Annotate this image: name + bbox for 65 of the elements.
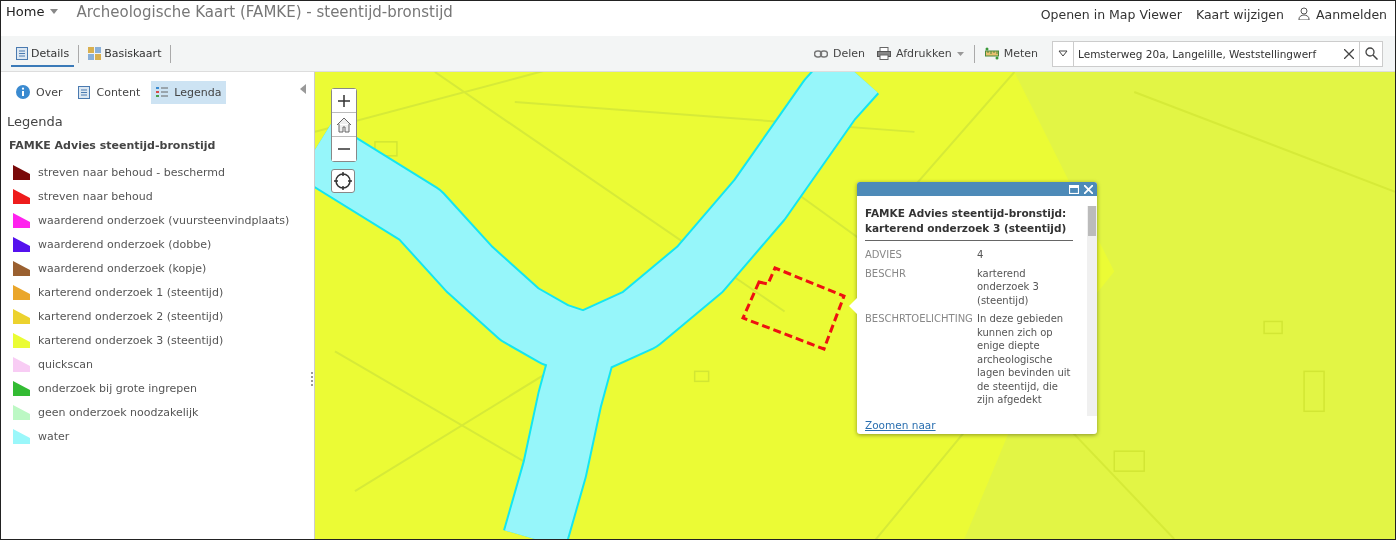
header-link[interactable]: Kaart wijzigen	[1195, 7, 1284, 22]
toolbar-tab[interactable]: Basiskaart	[83, 40, 167, 67]
layer-title: FAMKE Advies steentijd-bronstijd	[9, 139, 217, 152]
locate-button[interactable]	[331, 169, 355, 193]
toolbar-button[interactable]: Delen	[808, 47, 872, 60]
field-value: In deze gebieden kunnen zich op enige diepte archeologische lagen bevinden uit de steentijd, die zijn afgedekt	[977, 312, 1072, 407]
search-icon	[1364, 47, 1378, 60]
legend-label: water	[38, 429, 70, 443]
legend-label: waarderend onderzoek (dobbe)	[38, 237, 212, 251]
toolbar-tab[interactable]: Details	[11, 40, 75, 67]
field-name: BESCHRTOELICHTING	[865, 312, 974, 326]
panel-tab[interactable]: Over	[11, 80, 68, 104]
close-icon	[1344, 48, 1354, 59]
crosshair-icon	[334, 172, 352, 190]
legend-label: waarderend onderzoek (vuursteenvindplaats)	[38, 213, 290, 227]
legend-heading: Legenda	[7, 114, 64, 129]
ruler-icon	[984, 47, 999, 60]
panel-tab[interactable]: Legenda	[151, 80, 227, 104]
list-icon	[156, 85, 169, 99]
legend-label: karterend onderzoek 1 (steentijd)	[38, 285, 224, 299]
maximize-button[interactable]	[1069, 184, 1079, 194]
legend-label: geen onderzoek noodzakelijk	[38, 405, 199, 419]
search-field[interactable]: Lemsterweg 20a, Langelille, Weststellingwerf	[1074, 40, 1339, 67]
field-name: ADVIES	[865, 248, 903, 262]
toolbar-button[interactable]: Afdrukken	[871, 47, 970, 60]
zoom-to-link[interactable]: Zoomen naar	[857, 416, 1097, 434]
sign-in-link[interactable]: Aanmelden	[1315, 7, 1387, 22]
collapse-arrow-icon[interactable]	[300, 84, 306, 94]
panel-tab[interactable]: Content	[73, 80, 146, 104]
caret-icon	[50, 9, 59, 14]
field-value: karterend onderzoek 3 (steentijd)	[977, 266, 1040, 307]
toolbar-button[interactable]: Meten	[978, 47, 1044, 60]
scrollbar[interactable]	[1087, 206, 1097, 416]
user-icon	[1297, 7, 1310, 20]
map-title: Archeologische Kaart (FAMKE) - steentijd-bronstijd	[76, 3, 453, 21]
popup-title: FAMKE Advies steentijd-bronstijd: karterend onderzoek 3 (steentijd)	[865, 206, 1073, 241]
clear-button[interactable]	[1339, 40, 1359, 67]
home-menu[interactable]: Home	[6, 4, 59, 19]
legend-label: karterend onderzoek 2 (steentijd)	[38, 309, 224, 323]
printer-icon	[877, 47, 892, 60]
grid-icon	[88, 46, 102, 60]
legend-label: karterend onderzoek 3 (steentijd)	[38, 333, 224, 347]
document-icon	[78, 85, 91, 99]
legend-label: quickscan	[38, 357, 93, 371]
header-link[interactable]: Openen in Map Viewer	[1040, 7, 1182, 22]
house-icon	[336, 116, 352, 133]
caret-icon	[956, 51, 964, 56]
search-dropdown-button[interactable]	[1052, 40, 1074, 67]
close-icon	[1084, 184, 1093, 194]
legend-label: waarderend onderzoek (kopje)	[38, 261, 207, 275]
search-button[interactable]	[1359, 40, 1383, 67]
close-button[interactable]	[1084, 184, 1093, 194]
caret-icon	[1058, 50, 1068, 57]
document-icon	[16, 46, 28, 60]
minus-icon	[338, 148, 350, 150]
field-name: BESCHR	[865, 266, 907, 281]
legend-label: onderzoek bij grote ingrepen	[38, 381, 198, 395]
plus-icon	[338, 94, 350, 107]
link-icon	[814, 49, 829, 58]
maximize-icon	[1069, 184, 1079, 194]
info-icon	[16, 85, 30, 99]
zoom-in-button[interactable]	[332, 89, 356, 113]
field-value: 4	[977, 248, 985, 262]
legend-label: streven naar behoud	[38, 189, 153, 203]
legend-label: streven naar behoud - beschermd	[38, 165, 225, 179]
